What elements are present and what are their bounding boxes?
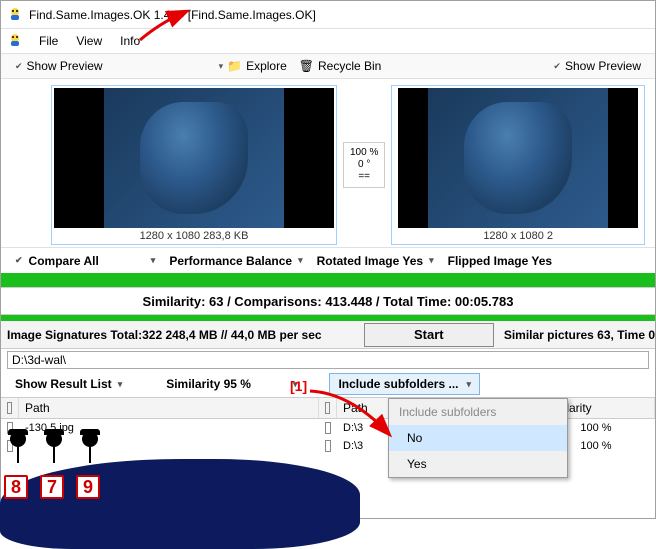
app-icon-small (7, 33, 23, 49)
signatures-label: Image Signatures Total:322 248,4 MB // 4… (1, 328, 360, 342)
checkbox-all-left[interactable] (7, 402, 12, 414)
compare-all-option[interactable]: ✔ Compare All ▾ (11, 252, 159, 270)
recycle-icon: 🗑 (299, 59, 314, 73)
menubar: File View Info (1, 29, 655, 53)
stats-text: Similarity: 63 / Comparisons: 413.448 / … (143, 294, 514, 309)
zoom-percent: 100 % (350, 147, 378, 159)
progress-bar-top (1, 273, 655, 287)
path-row (1, 349, 655, 371)
show-result-list[interactable]: Show Result List ▾ (11, 375, 126, 393)
annotation-arrow-title-icon (130, 8, 200, 48)
compare-all-label: Compare All (29, 254, 99, 268)
decorative-figures: 8 7 9 (0, 431, 108, 499)
chevron-down-icon: ▾ (429, 255, 434, 266)
popup-header: Include subfolders (389, 399, 567, 425)
start-button[interactable]: Start (364, 323, 494, 347)
chevron-down-icon: ▾ (151, 255, 156, 266)
folder-icon: 📁 (227, 59, 242, 73)
path-input[interactable] (7, 351, 649, 369)
similarity-label: Similarity 95 % (166, 377, 251, 391)
show-preview-right-label: Show Preview (565, 59, 641, 73)
menu-file[interactable]: File (31, 32, 66, 50)
signatures-row: Image Signatures Total:322 248,4 MB // 4… (1, 321, 655, 349)
col-path-left[interactable]: Path (19, 398, 319, 418)
similarity-threshold[interactable]: Similarity 95 % ▾ (162, 375, 301, 393)
zoom-degrees: 0 ° (350, 159, 378, 171)
start-label: Start (414, 327, 444, 342)
stats-row: Similarity: 63 / Comparisons: 413.448 / … (1, 287, 655, 315)
preview-caption-left: 1280 x 1080 283,8 KB (140, 230, 249, 242)
explore-button[interactable]: ▾ 📁 Explore (215, 57, 291, 75)
preview-caption-right: 1280 x 1080 2 (483, 230, 553, 242)
preview-pane-right: 1280 x 1080 2 (391, 85, 645, 245)
decorative-number: 9 (76, 475, 100, 499)
show-preview-toggle[interactable]: ✔ Show Preview (11, 57, 107, 75)
explore-label: Explore (246, 59, 287, 73)
titlebar: Find.Same.Images.OK 1.44 - [Find.Same.Im… (1, 1, 655, 29)
preview-row: 1280 x 1080 283,8 KB 100 % 0 ° == 1280 x… (1, 79, 655, 247)
preview-pane-left: 1280 x 1080 283,8 KB (51, 85, 337, 245)
show-preview-label: Show Preview (27, 59, 103, 73)
popup-item-no[interactable]: No (389, 425, 567, 451)
decorative-number: 8 (4, 475, 28, 499)
performance-option[interactable]: Performance Balance ▾ (165, 252, 306, 270)
preview-toolbar: ✔ Show Preview ▾ 📁 Explore 🗑 Recycle Bin… (1, 53, 655, 79)
stick-figure-icon (36, 431, 72, 475)
rotated-option[interactable]: Rotated Image Yes ▾ (313, 252, 438, 270)
chevron-down-icon: ▾ (118, 379, 123, 390)
performance-label: Performance Balance (169, 254, 292, 268)
chevron-down-icon: ▾ (467, 379, 472, 390)
zoom-eq: == (350, 171, 378, 183)
preview-image-left (54, 88, 334, 228)
rotated-label: Rotated Image Yes (317, 254, 424, 268)
chevron-down-icon: ▾ (298, 255, 303, 266)
show-preview-toggle-right[interactable]: ✔ Show Preview (549, 57, 645, 75)
preview-image-right (398, 88, 638, 228)
recycle-bin-button[interactable]: 🗑 Recycle Bin (295, 57, 386, 75)
app-icon (7, 7, 23, 23)
show-result-label: Show Result List (15, 377, 112, 391)
similar-pictures-label: Similar pictures 63, Time 0 (498, 328, 655, 342)
include-subfolders-menu: Include subfolders No Yes (388, 398, 568, 478)
check-icon: ✔ (15, 61, 23, 72)
options-row: ✔ Compare All ▾ Performance Balance ▾ Ro… (1, 247, 655, 273)
popup-item-yes[interactable]: Yes (389, 451, 567, 477)
flipped-label: Flipped Image Yes (448, 254, 552, 268)
chevron-down-icon: ▾ (219, 61, 224, 72)
flipped-option[interactable]: Flipped Image Yes (444, 252, 556, 270)
check-icon: ✔ (15, 255, 23, 266)
recycle-label: Recycle Bin (318, 59, 381, 73)
menu-view[interactable]: View (68, 32, 110, 50)
stick-figure-icon (72, 431, 108, 475)
stick-figure-icon (0, 431, 36, 475)
decorative-number: 7 (40, 475, 64, 499)
zoom-info: 100 % 0 ° == (343, 142, 385, 188)
annotation-arrow-icon (300, 383, 400, 443)
check-icon: ✔ (553, 61, 561, 72)
